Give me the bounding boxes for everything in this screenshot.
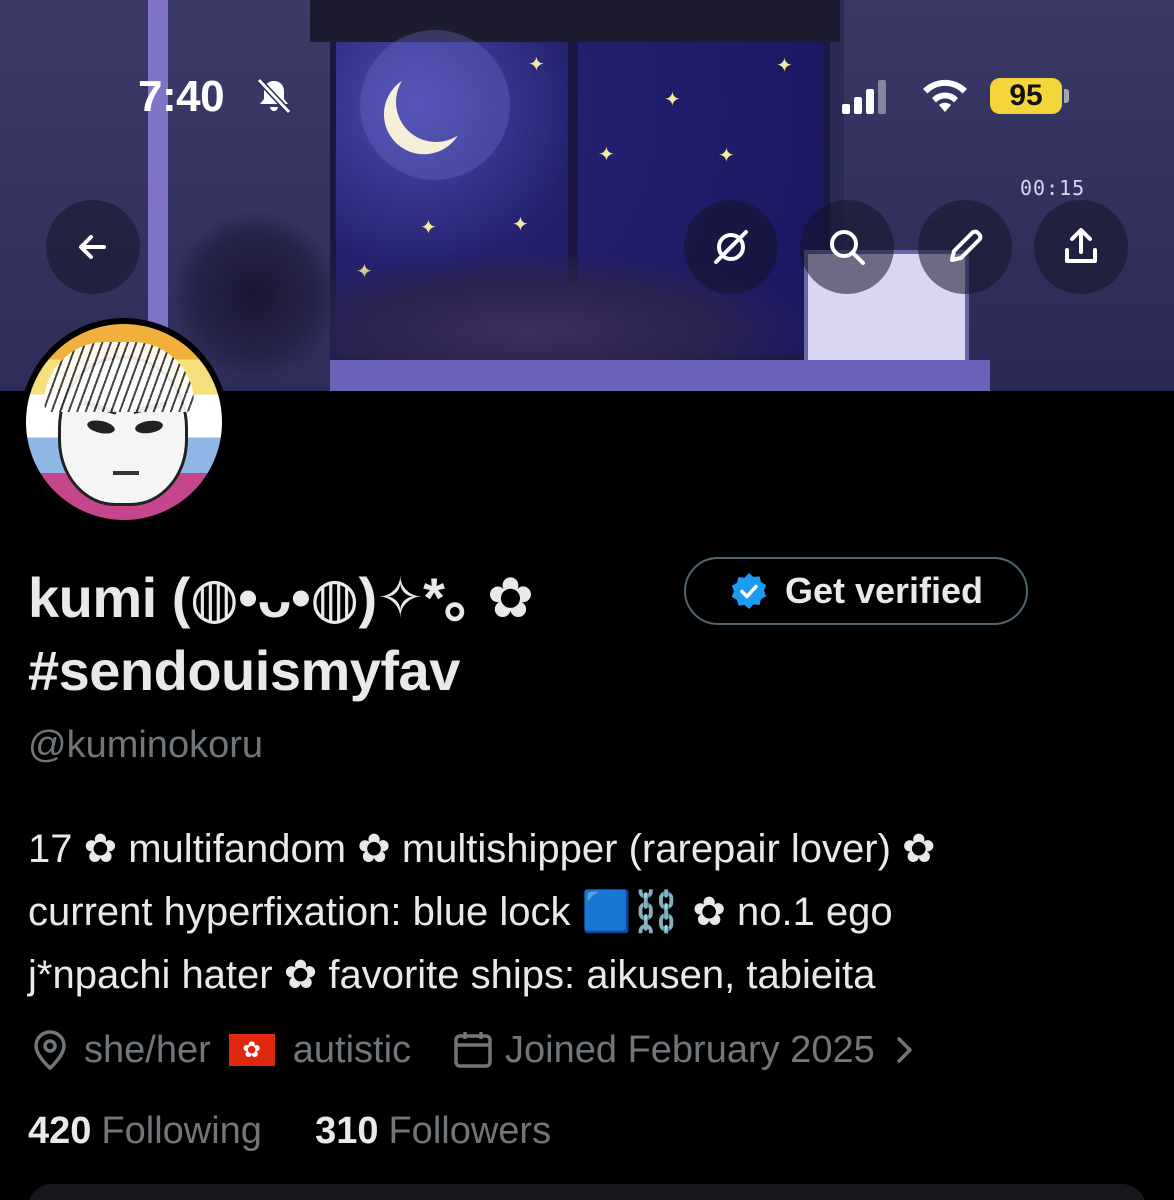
star-icon: ✦ [664,89,681,111]
user-handle: @kuminokoru [28,724,263,766]
grok-button[interactable] [684,200,778,294]
following-label: Following [101,1110,262,1152]
avatar-image [26,324,222,520]
star-icon: ✦ [528,54,545,76]
location-pin-icon [34,1030,66,1071]
followers-label: Followers [388,1110,552,1152]
get-verified-label: Get verified [784,570,984,611]
arrow-left-icon [79,235,106,259]
bio-line: j*npachi hater ✿ favorite ships: aikusen… [28,953,876,997]
star-icon: ✦ [512,214,529,236]
cellular-signal-icon [842,80,886,114]
bio: 17 ✿ multifandom ✿ multishipper (rarepai… [28,818,1138,1007]
followers-count: 310 [315,1110,379,1152]
location-extra: autistic [292,1028,412,1071]
status-time: 7:40 [138,72,225,121]
following-link[interactable]: 420 Following [28,1110,273,1152]
joined-date: Joined February 2025 [505,1028,875,1071]
location-text: she/her [84,1028,211,1071]
calendar-icon [454,1032,492,1068]
avatar[interactable] [20,318,228,526]
star-icon: ✦ [598,144,615,166]
edit-button[interactable] [918,200,1012,294]
grok-icon [714,230,748,264]
pencil-icon [950,229,983,262]
banner-clock: 00:15 [1020,176,1086,200]
profile-page: ✦ ✦ ✦ ✦ ✦ ✦ ✦ ✦ 00:15 7:40 95 [0,0,1174,1200]
bio-line: current hyperfixation: blue lock 🟦⛓️ ✿ n… [28,890,893,934]
back-button[interactable] [46,200,140,294]
share-icon [1065,228,1097,263]
follow-stats: 420 Following 310 Followers [28,1110,551,1153]
battery-indicator: 95 [990,78,1062,114]
following-count: 420 [28,1110,92,1152]
hong-kong-flag-icon: ✿ [228,1034,275,1066]
star-icon: ✦ [718,145,735,167]
wifi-icon [923,79,967,112]
battery-nub [1064,89,1069,103]
search-icon [830,230,865,265]
star-icon: ✦ [420,217,437,239]
banner-desk [330,360,990,391]
profile-meta: she/her ✿ autistic Joined February 2025 [28,1022,921,1078]
bio-line: 17 ✿ multifandom ✿ multishipper (rarepai… [28,827,936,871]
followers-link[interactable]: 310 Followers [315,1110,551,1152]
bottom-card [28,1184,1146,1200]
banner-blind [310,0,840,42]
display-name-hashtag: #sendouismyfav [28,639,460,702]
share-button[interactable] [1034,200,1128,294]
star-icon: ✦ [776,55,793,77]
chevron-right-icon[interactable] [887,1033,921,1067]
bell-slash-icon [256,77,292,115]
search-button[interactable] [800,200,894,294]
display-name: kumi (◍•ᴗ•◍)✧*｡ ✿ [28,566,534,629]
verified-badge-icon [731,573,767,609]
get-verified-button[interactable]: Get verified [684,557,1028,625]
